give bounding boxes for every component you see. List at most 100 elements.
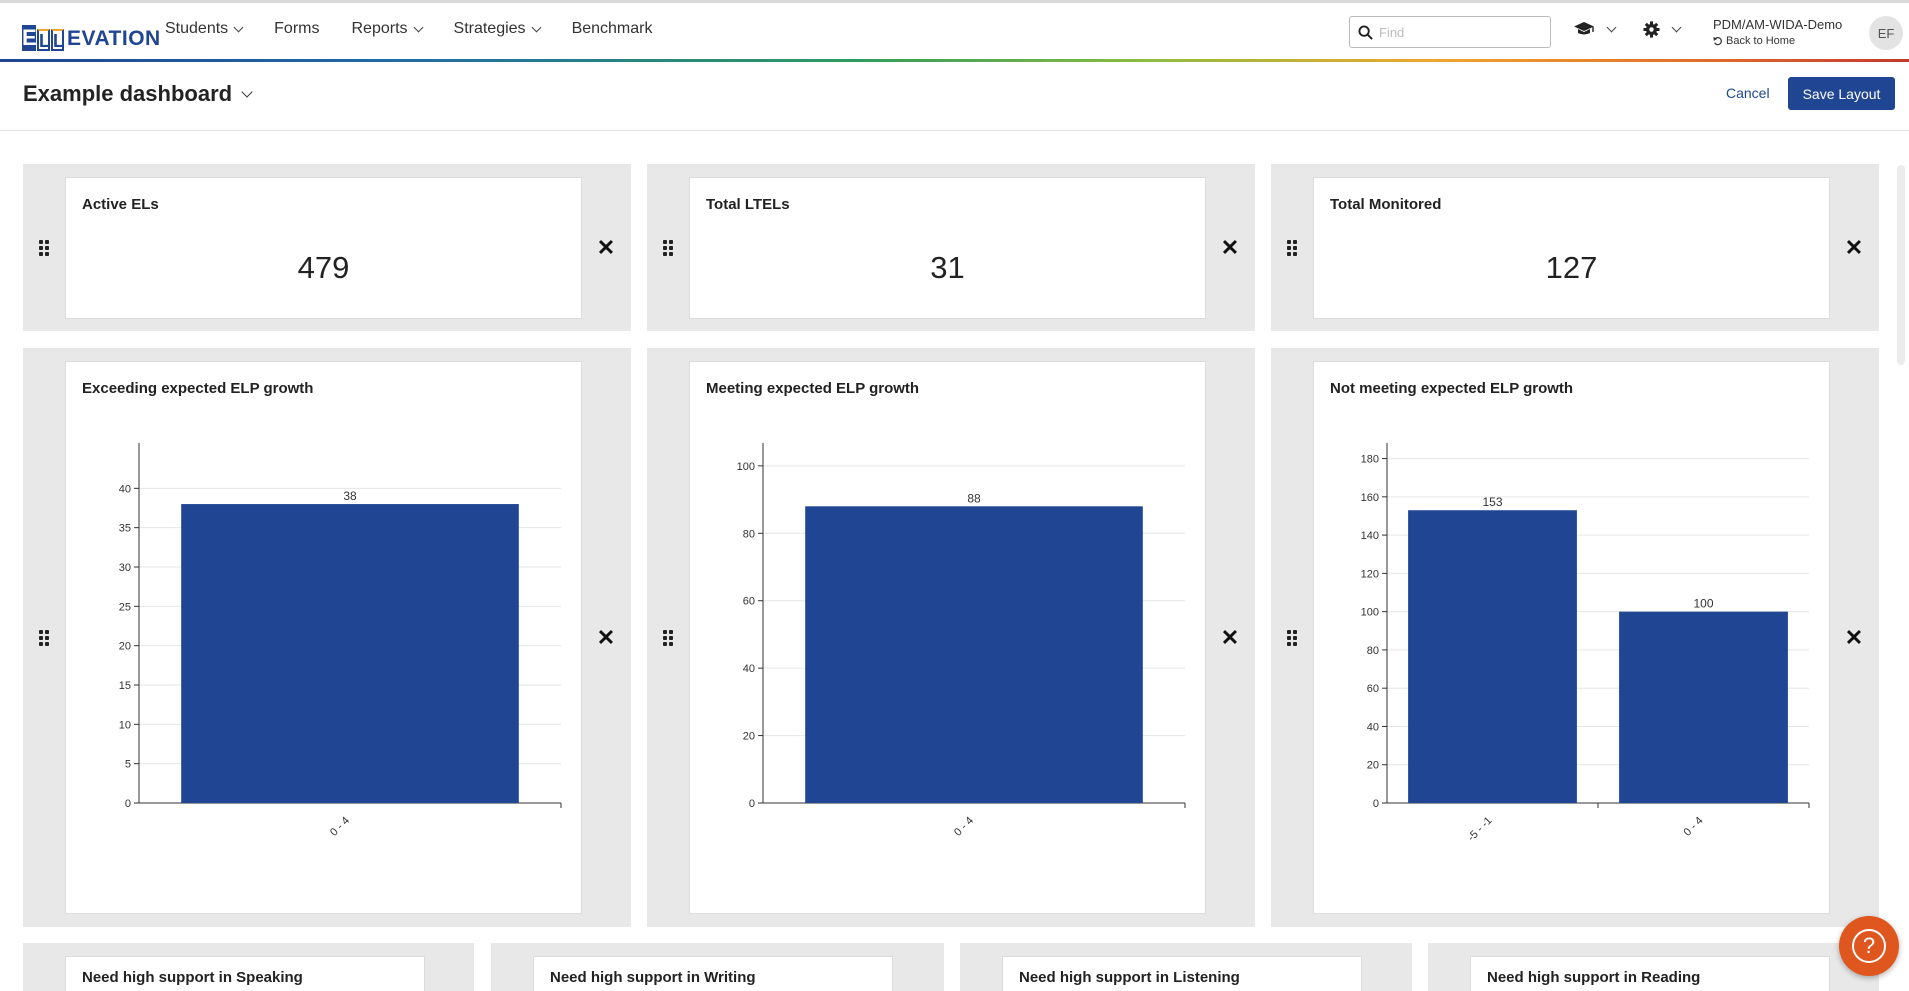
nav-reports-label: Reports — [351, 20, 408, 37]
settings-menu[interactable] — [1643, 21, 1682, 38]
avatar[interactable]: EF — [1869, 16, 1903, 50]
close-icon[interactable]: ✕ — [596, 627, 616, 649]
back-to-home-label: Back to Home — [1726, 35, 1796, 47]
nav-benchmark[interactable]: Benchmark — [572, 20, 653, 38]
drag-handle-icon[interactable] — [39, 240, 49, 256]
nav-forms[interactable]: Forms — [274, 20, 319, 38]
y-tick-label: 40 — [1367, 721, 1379, 733]
y-tick-label: 20 — [1367, 760, 1379, 772]
chart-tile-not-meeting: Not meeting expected ELP growth 0 20 40 60 8… — [1271, 348, 1879, 927]
kpi-title: Active ELs — [82, 196, 159, 213]
school-year-menu[interactable] — [1573, 21, 1617, 37]
y-tick-label: 100 — [1361, 607, 1379, 619]
chevron-down-icon — [241, 86, 253, 98]
close-icon[interactable]: ✕ — [1844, 237, 1864, 259]
close-icon[interactable]: ✕ — [1844, 627, 1864, 649]
y-tick-label: 100 — [737, 461, 755, 473]
drag-handle-icon[interactable] — [39, 630, 49, 646]
drag-handle-icon[interactable] — [663, 240, 673, 256]
y-tick-label: 25 — [119, 601, 131, 613]
help-button[interactable]: ? — [1839, 916, 1899, 976]
back-to-home-link[interactable]: Back to Home — [1713, 35, 1842, 47]
y-tick-label: 20 — [743, 731, 755, 743]
chart-tile-exceeding: Exceeding expected ELP growth 0 5 10 15 20 25… — [23, 348, 631, 927]
y-tick-label: 30 — [119, 562, 131, 574]
y-tick-label: 80 — [1367, 645, 1379, 657]
kpi-value: 479 — [297, 250, 350, 285]
bar-chart: 0 20 40 60 80 100 120 140 160 180 153 -5 - -1 100 0 -… — [1361, 443, 1810, 844]
nav-students[interactable]: Students — [165, 20, 244, 38]
kpi-card: Total Monitored 127 — [1313, 177, 1830, 319]
kpi-title: Total LTELs — [706, 196, 790, 213]
y-tick-label: 60 — [743, 596, 755, 608]
nav-reports[interactable]: Reports — [351, 20, 423, 38]
nav-forms-label: Forms — [274, 20, 320, 37]
y-tick-label: 15 — [119, 680, 131, 692]
nav-strategies-label: Strategies — [453, 20, 526, 37]
bar-value-label: 100 — [1693, 597, 1713, 611]
logo-letter-l2: L — [51, 29, 64, 51]
search-input[interactable] — [1379, 24, 1539, 40]
chevron-down-icon — [531, 22, 542, 32]
kpi-value: 127 — [1545, 250, 1598, 285]
chevron-down-icon — [413, 22, 423, 32]
close-icon[interactable]: ✕ — [1220, 237, 1240, 259]
drag-handle-icon[interactable] — [1287, 240, 1297, 256]
x-tick-label: 0 - 4 — [1682, 815, 1706, 839]
save-layout-button[interactable]: Save Layout — [1788, 77, 1895, 110]
y-tick-label: 20 — [119, 641, 131, 653]
close-icon[interactable]: ✕ — [596, 237, 616, 259]
nav-strategies[interactable]: Strategies — [453, 20, 542, 38]
y-tick-label: 5 — [125, 759, 131, 771]
main-nav: Students Forms Reports Strategies Benchm… — [165, 20, 684, 38]
y-tick-label: 10 — [119, 719, 131, 731]
chart-card: Not meeting expected ELP growth 0 20 40 60 8… — [1313, 361, 1830, 914]
question-mark-icon: ? — [1852, 929, 1886, 963]
kpi-tile-active-els: Active ELs 479 ✕ — [23, 164, 631, 331]
support-card: Need high support in Writing — [533, 956, 893, 991]
kpi-value: 31 — [930, 250, 965, 285]
graduation-cap-icon — [1574, 22, 1594, 35]
dashboard-selector[interactable]: Example dashboard — [23, 81, 253, 107]
chart-card: Exceeding expected ELP growth 0 5 10 15 20 25… — [65, 361, 582, 914]
y-tick-label: 0 — [749, 798, 755, 810]
close-icon[interactable]: ✕ — [1220, 627, 1240, 649]
ellevation-logo[interactable]: E L L EVATION — [22, 17, 161, 51]
gear-icon — [1643, 21, 1660, 38]
support-card-title: Need high support in Writing — [550, 969, 756, 986]
y-tick-label: 140 — [1361, 530, 1379, 542]
bar-value-label: 88 — [967, 491, 981, 505]
bar — [1408, 510, 1577, 803]
search-icon — [1358, 24, 1373, 40]
support-card-title: Need high support in Speaking — [82, 969, 303, 986]
kpi-card: Total LTELs 31 — [689, 177, 1206, 319]
logo-letter-e: E — [22, 25, 37, 51]
chevron-down-icon — [233, 22, 244, 32]
bar-value-label: 38 — [343, 489, 357, 503]
cancel-button[interactable]: Cancel — [1726, 85, 1770, 101]
y-tick-label: 120 — [1361, 568, 1379, 580]
bar — [181, 504, 519, 803]
support-tile-reading: Need high support in Reading — [1428, 943, 1879, 991]
kpi-card: Active ELs 479 — [65, 177, 582, 319]
y-tick-label: 40 — [119, 483, 131, 495]
search-box[interactable] — [1349, 16, 1551, 48]
kpi-tile-total-monitored: Total Monitored 127 ✕ — [1271, 164, 1879, 331]
nav-benchmark-label: Benchmark — [571, 20, 653, 37]
drag-handle-icon[interactable] — [1287, 630, 1297, 646]
page-scrollbar[interactable] — [1897, 165, 1905, 365]
kpi-tile-total-ltels: Total LTELs 31 ✕ — [647, 164, 1255, 331]
bar — [1619, 611, 1788, 803]
bar-chart: 0 20 40 60 80 100 88 0 - 4 — [737, 443, 1186, 839]
y-tick-label: 40 — [743, 663, 755, 675]
chevron-down-icon — [1606, 22, 1617, 32]
drag-handle-icon[interactable] — [663, 630, 673, 646]
support-card: Need high support in Listening — [1002, 956, 1362, 991]
kpi-title: Total Monitored — [1330, 196, 1442, 213]
dashboard-header: Example dashboard Cancel Save Layout — [0, 62, 1909, 131]
support-tile-speaking: Need high support in Speaking — [23, 943, 474, 991]
support-card-title: Need high support in Reading — [1487, 969, 1701, 986]
district-switcher[interactable]: PDM/AM-WIDA-Demo Back to Home — [1713, 17, 1842, 47]
support-card-title: Need high support in Listening — [1019, 969, 1240, 986]
logo-word: EVATION — [67, 27, 161, 50]
